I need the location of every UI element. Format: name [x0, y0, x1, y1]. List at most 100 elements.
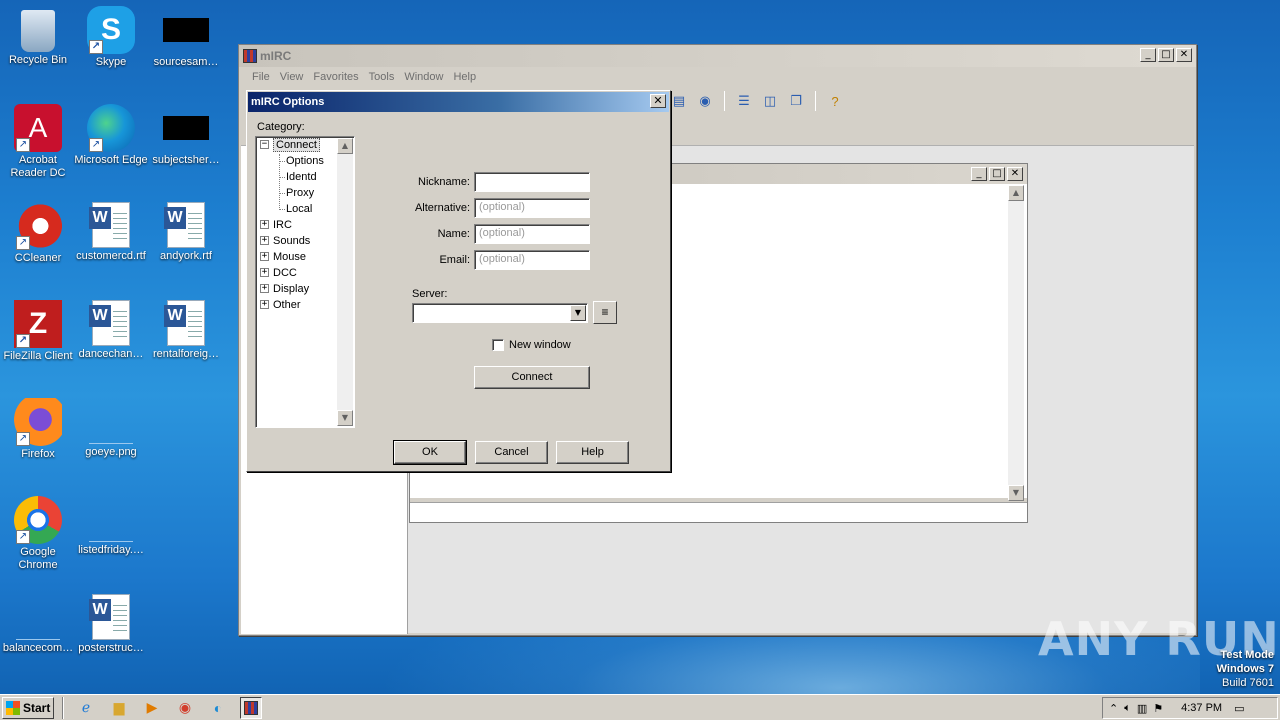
- tree-item-options[interactable]: Options: [286, 153, 324, 169]
- desktop-icon-skype[interactable]: S ↗ Skype: [73, 6, 149, 69]
- desktop-icon-subjectsher[interactable]: subjectsher…: [148, 104, 224, 167]
- options-dialog-titlebar[interactable]: mIRC Options ✕: [248, 92, 669, 112]
- watermark-line: Windows 7: [1216, 663, 1274, 675]
- status-scrollbar[interactable]: ▲ ▼: [1008, 185, 1024, 501]
- desktop-icon-dancechan[interactable]: dancechan…: [73, 300, 149, 361]
- scroll-up-icon[interactable]: ▲: [1008, 185, 1024, 201]
- edge-taskbar-icon[interactable]: ◐: [207, 697, 229, 719]
- mirc-taskbar-button[interactable]: [240, 696, 262, 719]
- desktop-icon-label: Firefox: [21, 448, 55, 460]
- mirc-titlebar[interactable]: mIRC _ □ ✕: [239, 45, 1196, 67]
- category-tree[interactable]: − Connect Options Identd Proxy Local + IRC…: [255, 136, 355, 428]
- connect-button[interactable]: Connect: [474, 366, 590, 389]
- tree-item-other[interactable]: + Other: [260, 297, 301, 313]
- action-center-flag-icon[interactable]: ⚑: [1153, 702, 1163, 715]
- filezilla-icon: Z ↗: [14, 300, 62, 348]
- desktop-icon-chrome[interactable]: ↗ Google Chrome: [0, 496, 76, 572]
- desktop-icon-ccleaner[interactable]: ↗ CCleaner: [0, 202, 76, 265]
- start-button[interactable]: Start: [2, 696, 54, 719]
- close-button[interactable]: ✕: [1007, 167, 1023, 181]
- menu-window[interactable]: Window: [399, 71, 448, 83]
- tree-item-proxy[interactable]: Proxy: [286, 185, 314, 201]
- email-field[interactable]: (optional): [474, 250, 590, 270]
- tile-vertical-icon[interactable]: ◫: [760, 91, 780, 111]
- desktop-icon-customercd[interactable]: customercd.rtf: [73, 202, 149, 263]
- desktop-icon-edge[interactable]: ↗ Microsoft Edge: [73, 104, 149, 167]
- show-hidden-icons-icon[interactable]: ⌃: [1109, 702, 1118, 715]
- desktop-icon-posterstruc[interactable]: posterstruc…: [73, 594, 149, 655]
- desktop-icon-goeye[interactable]: goeye.png: [73, 398, 149, 459]
- tree-item-sounds[interactable]: + Sounds: [260, 233, 310, 249]
- desktop-icon-label: customercd.rtf: [76, 250, 146, 262]
- tile-horizontal-icon[interactable]: ☰: [734, 91, 754, 111]
- tree-item-connect[interactable]: − Connect: [260, 137, 320, 153]
- expand-icon[interactable]: +: [260, 251, 269, 261]
- name-label: Name:: [437, 228, 470, 240]
- close-button[interactable]: ✕: [1176, 48, 1192, 62]
- collapse-icon[interactable]: −: [260, 139, 269, 149]
- menu-view[interactable]: View: [275, 71, 309, 83]
- minimize-button[interactable]: _: [971, 167, 987, 181]
- help-button[interactable]: Help: [556, 441, 629, 464]
- alternative-field[interactable]: (optional): [474, 198, 590, 218]
- tree-scrollbar[interactable]: ▲ ▼: [337, 138, 353, 426]
- expand-icon[interactable]: +: [260, 235, 269, 245]
- tree-item-mouse[interactable]: + Mouse: [260, 249, 306, 265]
- chrome-taskbar-icon[interactable]: ◉: [174, 697, 196, 719]
- watermark-line: Test Mode: [1220, 649, 1274, 661]
- tree-item-identd[interactable]: Identd: [286, 169, 317, 185]
- close-button[interactable]: ✕: [650, 94, 666, 108]
- expand-icon[interactable]: +: [260, 267, 269, 277]
- command-input[interactable]: [410, 502, 1027, 522]
- name-field[interactable]: (optional): [474, 224, 590, 244]
- nickname-field[interactable]: [474, 172, 590, 192]
- desktop-icon-acrobat[interactable]: A ↗ Acrobat Reader DC: [0, 104, 76, 180]
- desktop-icon-firefox[interactable]: ↗ Firefox: [0, 398, 76, 461]
- desktop-icon-balancecom[interactable]: balancecom…: [0, 594, 76, 655]
- server-combobox[interactable]: ▼: [412, 303, 588, 323]
- maximize-button[interactable]: □: [1158, 48, 1174, 62]
- expand-icon[interactable]: +: [260, 299, 269, 309]
- chevron-down-icon[interactable]: ▼: [570, 305, 586, 321]
- menu-file[interactable]: File: [247, 71, 275, 83]
- word-doc-icon: [89, 594, 130, 640]
- tree-item-irc[interactable]: + IRC: [260, 217, 292, 233]
- window-title: mIRC: [260, 49, 292, 63]
- scroll-down-icon[interactable]: ▼: [337, 410, 353, 426]
- system-tray: ⌃ 🔈︎ ▥ ⚑ 4:37 PM ▭: [1102, 697, 1278, 719]
- volume-icon[interactable]: 🔈︎: [1124, 702, 1131, 715]
- tree-item-local[interactable]: Local: [286, 201, 312, 217]
- tree-item-display[interactable]: + Display: [260, 281, 309, 297]
- cancel-button[interactable]: Cancel: [475, 441, 548, 464]
- expand-icon[interactable]: +: [260, 219, 269, 229]
- desktop-icon-listedfriday[interactable]: listedfriday.…: [73, 496, 149, 557]
- menu-tools[interactable]: Tools: [364, 71, 400, 83]
- scroll-down-icon[interactable]: ▼: [1008, 485, 1024, 501]
- internet-explorer-icon[interactable]: ℯ: [75, 697, 97, 719]
- desktop-icon-sourcesam[interactable]: sourcesam…: [148, 6, 224, 69]
- menu-help[interactable]: Help: [448, 71, 481, 83]
- address-book-icon[interactable]: ◉: [695, 91, 715, 111]
- show-desktop-icon[interactable]: ▭: [1234, 702, 1244, 715]
- options-dialog[interactable]: mIRC Options ✕ Category: − Connect Option…: [246, 90, 671, 472]
- server-list-button[interactable]: ≡: [593, 301, 617, 324]
- maximize-button[interactable]: □: [989, 167, 1005, 181]
- tree-item-dcc[interactable]: + DCC: [260, 265, 297, 281]
- ok-button[interactable]: OK: [393, 440, 467, 465]
- minimize-button[interactable]: _: [1140, 48, 1156, 62]
- file-explorer-icon[interactable]: ▆: [108, 697, 130, 719]
- cascade-icon[interactable]: ❐: [786, 91, 806, 111]
- clock[interactable]: 4:37 PM: [1181, 702, 1222, 714]
- new-window-checkbox[interactable]: [492, 339, 504, 351]
- desktop-icon-filezilla[interactable]: Z ↗ FileZilla Client: [0, 300, 76, 363]
- media-player-icon[interactable]: ▶: [141, 697, 163, 719]
- help-icon[interactable]: ?: [825, 91, 845, 111]
- scroll-up-icon[interactable]: ▲: [337, 138, 353, 154]
- network-icon[interactable]: ▥: [1137, 702, 1147, 715]
- menu-favorites[interactable]: Favorites: [308, 71, 363, 83]
- desktop-icon-andyork[interactable]: andyork.rtf: [148, 202, 224, 263]
- desktop-icon-recycle-bin[interactable]: Recycle Bin: [0, 6, 76, 67]
- desktop-icon-rentalforeig[interactable]: rentalforeig…: [148, 300, 224, 361]
- expand-icon[interactable]: +: [260, 283, 269, 293]
- channel-list-icon[interactable]: ▤: [669, 91, 689, 111]
